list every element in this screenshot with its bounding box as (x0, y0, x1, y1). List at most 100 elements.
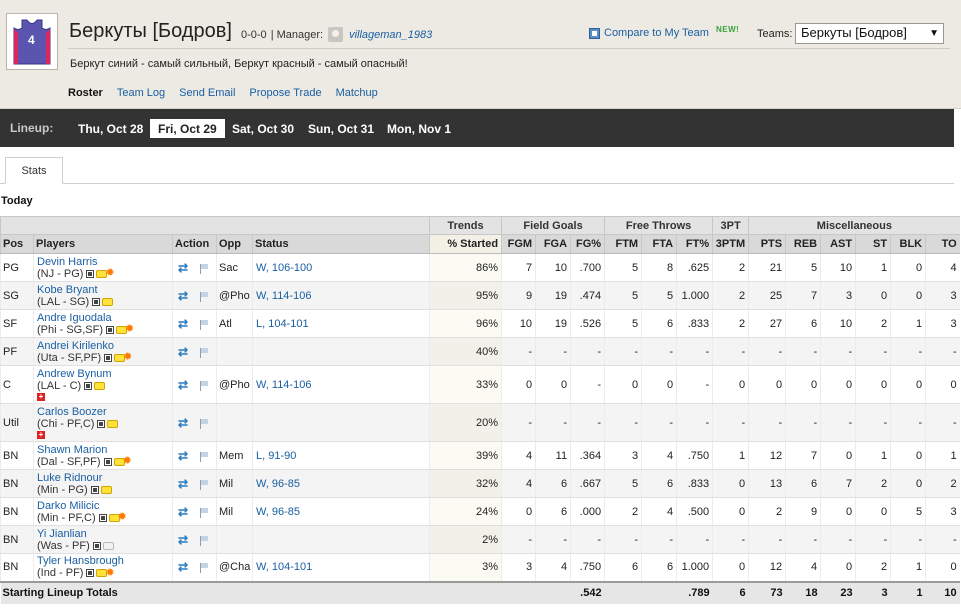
opp-cell[interactable]: Mil (216, 469, 253, 498)
hot-icon[interactable]: ✹ (123, 352, 132, 363)
col-fgp[interactable]: FG% (570, 234, 605, 254)
date-thu-oct-28[interactable]: Thu, Oct 28 (70, 119, 151, 138)
status-cell[interactable]: L, 91-90 (251, 441, 430, 470)
player-name-link[interactable]: Shawn Marion (37, 444, 172, 456)
nav-roster[interactable]: Roster (68, 87, 103, 99)
status-cell[interactable]: W, 106-100 (251, 253, 430, 282)
move-player-icon[interactable]: ⇄ (178, 317, 192, 331)
player-name-link[interactable]: Andre Iguodala (37, 312, 172, 324)
hot-icon[interactable]: ✹ (118, 512, 127, 523)
row-pos[interactable]: PG (0, 253, 34, 282)
col-players[interactable]: Players (33, 234, 173, 254)
col-fta[interactable]: FTA (641, 234, 677, 254)
date-sat-oct-30[interactable]: Sat, Oct 30 (224, 119, 302, 138)
col-opp[interactable]: Opp (216, 234, 253, 254)
opp-cell[interactable]: Mil (216, 497, 253, 526)
col-fgm[interactable]: FGM (501, 234, 536, 254)
player-name-link[interactable]: Yi Jianlian (37, 528, 172, 540)
hot-icon[interactable]: ✹ (125, 324, 134, 335)
status-cell[interactable] (251, 403, 430, 442)
player-name-link[interactable]: Kobe Bryant (37, 284, 172, 296)
tab-stats[interactable]: Stats (5, 157, 63, 184)
date-sun-oct-31[interactable]: Sun, Oct 31 (300, 119, 382, 138)
note-icon[interactable] (104, 353, 113, 362)
move-player-icon[interactable]: ⇄ (178, 533, 192, 547)
move-player-icon[interactable]: ⇄ (178, 449, 192, 463)
player-name-link[interactable]: Darko Milicic (37, 500, 172, 512)
col-reb[interactable]: REB (785, 234, 821, 254)
col-ftm[interactable]: FTM (604, 234, 642, 254)
manager-link[interactable]: villageman_1983 (349, 29, 432, 41)
note-icon[interactable] (92, 297, 101, 306)
compare-link[interactable]: Compare to My Team (589, 27, 709, 39)
hot-icon[interactable]: ✹ (105, 567, 114, 578)
player-name-link[interactable]: Andrew Bynum (37, 368, 172, 380)
note-icon[interactable] (98, 513, 107, 522)
nav-propose-trade[interactable]: Propose Trade (249, 87, 321, 99)
col-st[interactable]: ST (855, 234, 891, 254)
date-fri-oct-29[interactable]: Fri, Oct 29 (150, 119, 225, 138)
opp-cell[interactable] (216, 337, 253, 366)
status-cell[interactable]: W, 104-101 (251, 553, 430, 582)
row-pos[interactable]: SG (0, 281, 34, 310)
note-icon[interactable] (84, 382, 93, 390)
nav-send-email[interactable]: Send Email (179, 87, 235, 99)
flag-icon[interactable] (200, 347, 208, 358)
injury-icon[interactable]: + (37, 393, 45, 401)
col-3ptm[interactable]: 3PTM (712, 234, 749, 254)
col-pos[interactable]: Pos (0, 234, 34, 254)
nav-matchup[interactable]: Matchup (336, 87, 378, 99)
row-pos[interactable]: BN (0, 497, 34, 526)
move-player-icon[interactable]: ⇄ (178, 477, 192, 491)
news-icon[interactable] (94, 382, 106, 390)
move-player-icon[interactable]: ⇄ (178, 560, 192, 574)
news-icon[interactable] (102, 297, 114, 306)
flag-icon[interactable] (200, 507, 208, 518)
status-cell[interactable]: W, 96-85 (251, 469, 430, 498)
col-ftp[interactable]: FT% (676, 234, 713, 254)
date-mon-nov-1[interactable]: Mon, Nov 1 (379, 119, 459, 138)
status-cell[interactable] (251, 525, 430, 554)
news-icon[interactable] (100, 485, 112, 494)
col-status[interactable]: Status (251, 234, 430, 254)
status-cell[interactable]: W, 114-106 (251, 281, 430, 310)
news-icon[interactable] (107, 420, 119, 428)
flag-icon[interactable] (200, 535, 208, 546)
note-icon[interactable] (86, 269, 95, 278)
flag-icon[interactable] (200, 291, 208, 302)
row-pos[interactable]: BN (0, 553, 34, 582)
opp-cell[interactable]: @Pho (216, 365, 253, 404)
col-blk[interactable]: BLK (890, 234, 926, 254)
injury-icon[interactable]: + (37, 431, 45, 439)
status-cell[interactable] (251, 337, 430, 366)
opp-cell[interactable]: @Pho (216, 281, 253, 310)
player-name-link[interactable]: Carlos Boozer (37, 406, 172, 418)
note-icon[interactable] (106, 325, 115, 334)
opp-cell[interactable]: Sac (216, 253, 253, 282)
flag-icon[interactable] (200, 319, 208, 330)
flag-icon[interactable] (200, 263, 208, 274)
status-cell[interactable]: W, 96-85 (251, 497, 430, 526)
note-icon[interactable] (97, 420, 106, 428)
flag-icon[interactable] (200, 451, 208, 462)
opp-cell[interactable]: Mem (216, 441, 253, 470)
flag-icon[interactable] (200, 563, 208, 574)
col-started[interactable]: % Started (429, 234, 502, 254)
move-player-icon[interactable]: ⇄ (178, 289, 192, 303)
note-icon[interactable] (86, 569, 95, 578)
opp-cell[interactable] (216, 403, 253, 442)
player-name-link[interactable]: Tyler Hansbrough (37, 555, 172, 567)
status-cell[interactable]: L, 104-101 (251, 309, 430, 338)
opp-cell[interactable] (216, 525, 253, 554)
col-fga[interactable]: FGA (535, 234, 571, 254)
player-name-link[interactable]: Luke Ridnour (37, 472, 172, 484)
flag-icon[interactable] (200, 380, 208, 391)
hot-icon[interactable]: ✹ (105, 268, 114, 279)
row-pos[interactable]: C (0, 365, 34, 404)
move-player-icon[interactable]: ⇄ (178, 505, 192, 519)
note-icon[interactable] (103, 457, 112, 466)
note-icon[interactable] (92, 541, 101, 550)
status-cell[interactable]: W, 114-106 (251, 365, 430, 404)
player-name-link[interactable]: Andrei Kirilenko (37, 340, 172, 352)
note-icon[interactable] (90, 485, 99, 494)
